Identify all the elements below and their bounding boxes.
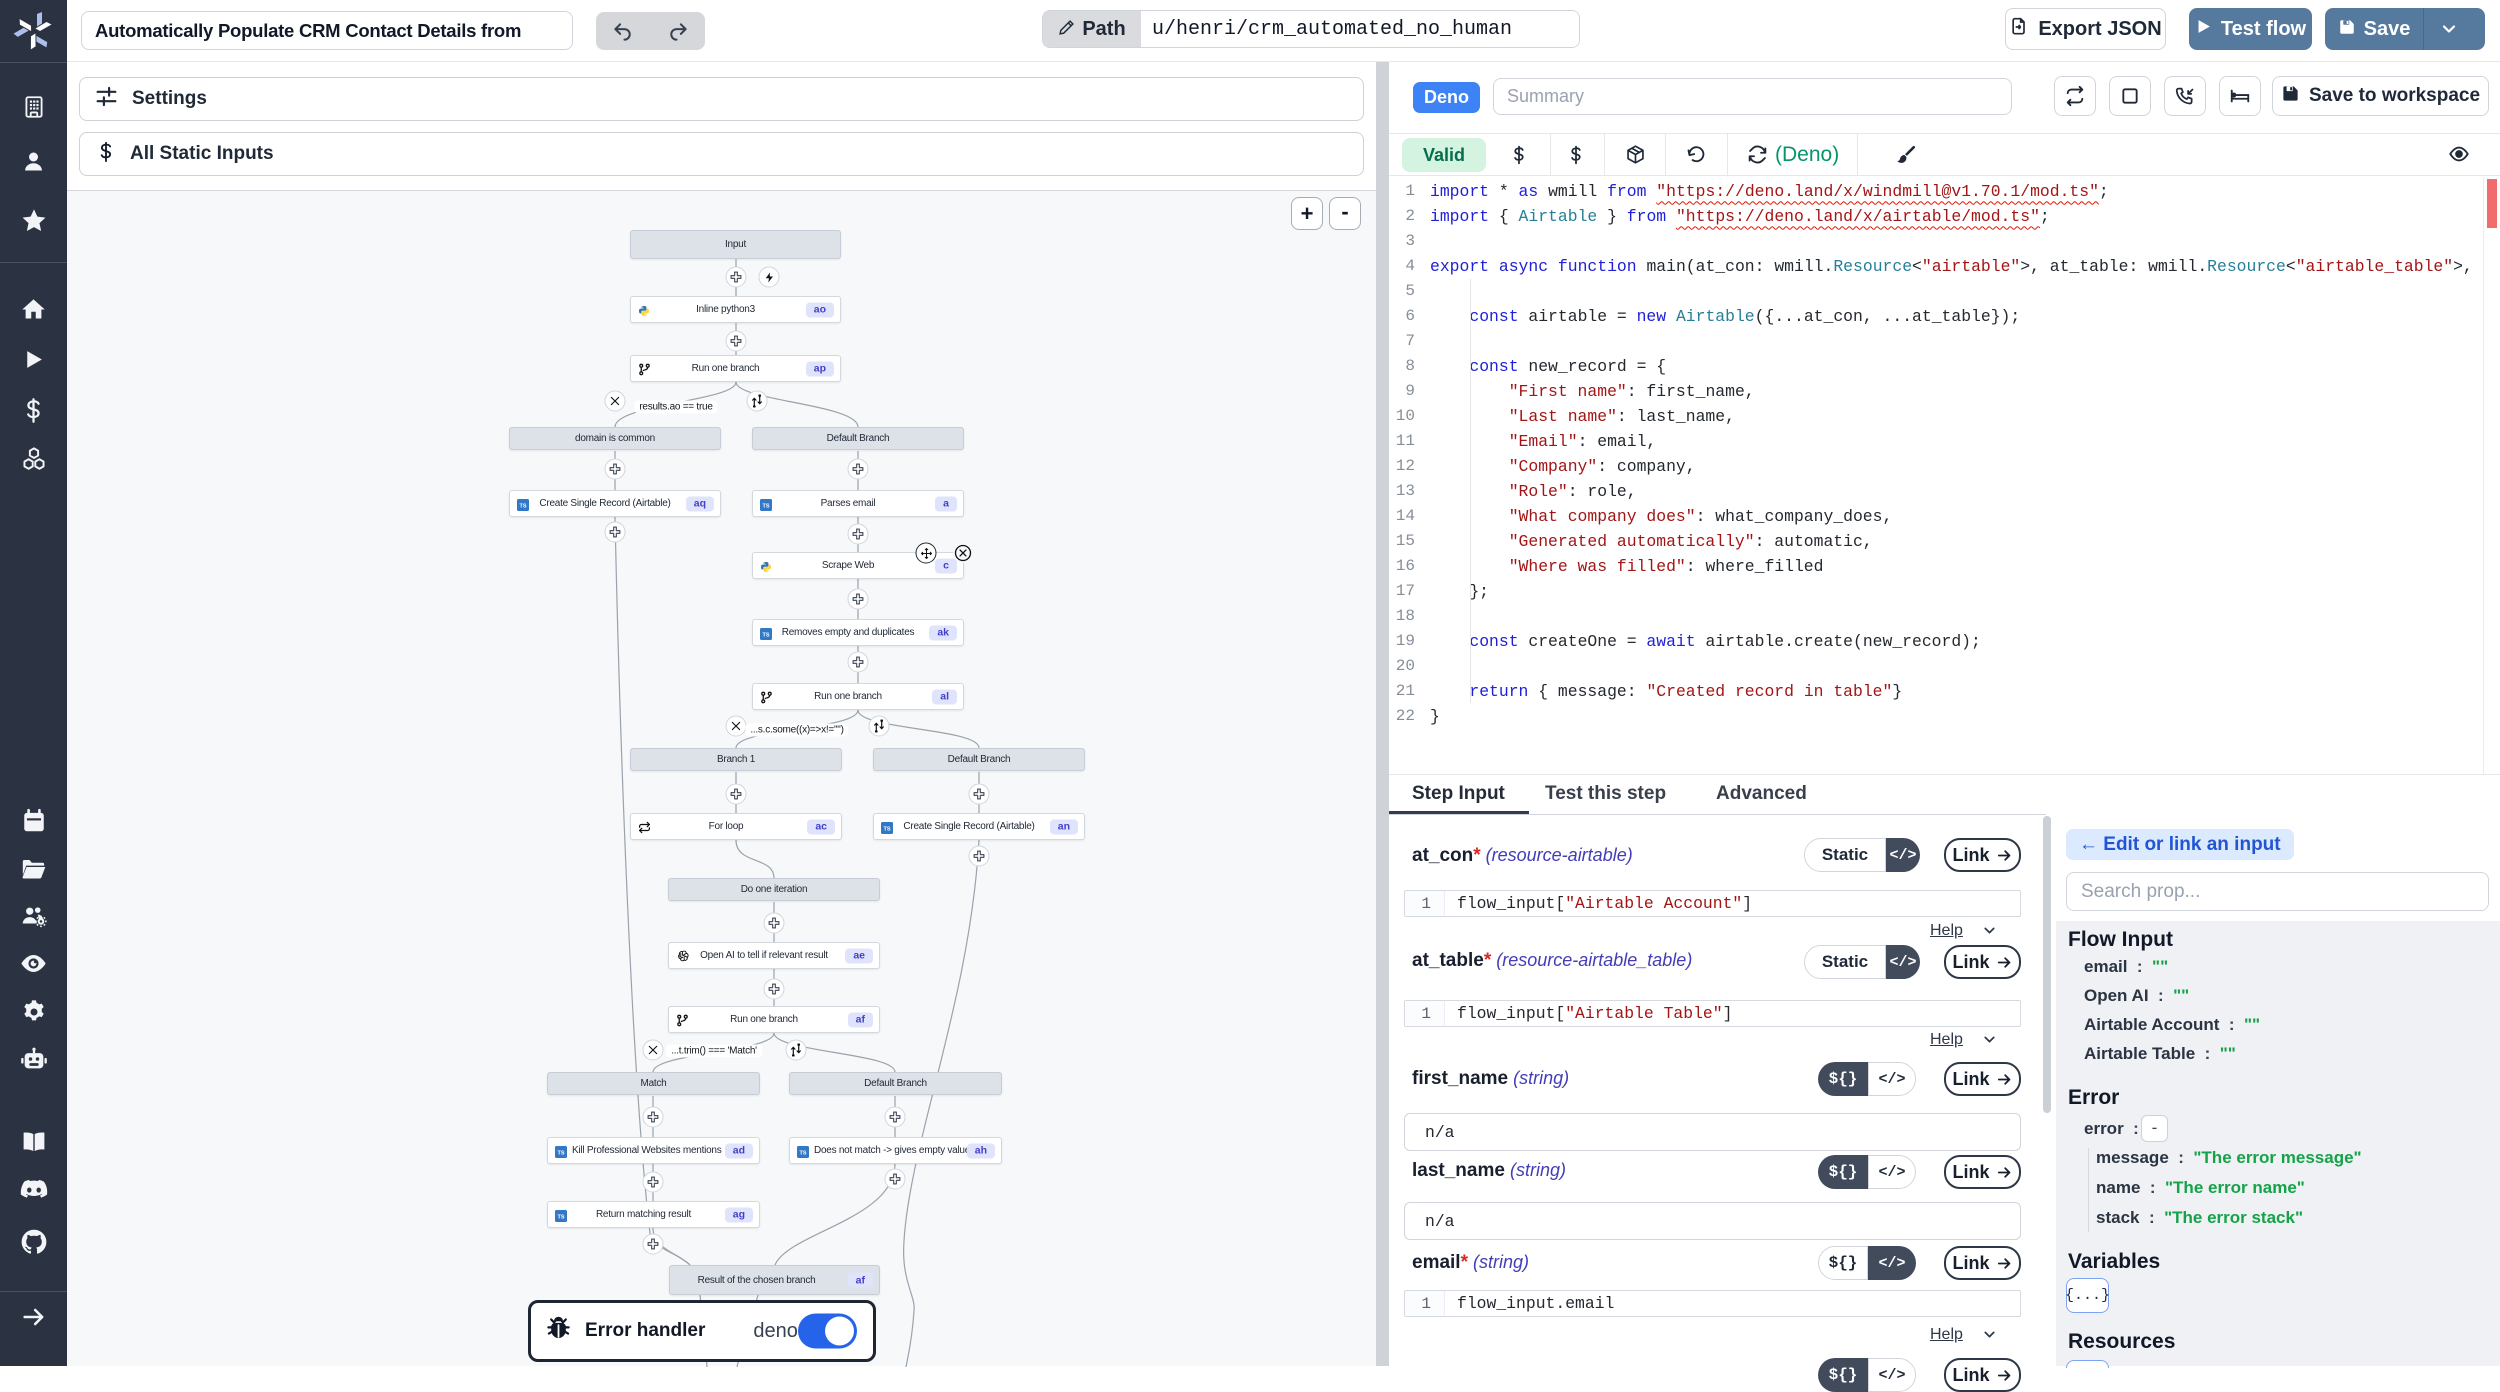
svg-text:TS: TS <box>762 632 769 638</box>
svg-text:TS: TS <box>557 1214 564 1220</box>
svg-text:TS: TS <box>883 826 890 832</box>
svg-text:TS: TS <box>799 1150 806 1156</box>
svg-text:TS: TS <box>557 1150 564 1156</box>
svg-text:TS: TS <box>762 503 769 509</box>
svg-text:TS: TS <box>519 503 526 509</box>
